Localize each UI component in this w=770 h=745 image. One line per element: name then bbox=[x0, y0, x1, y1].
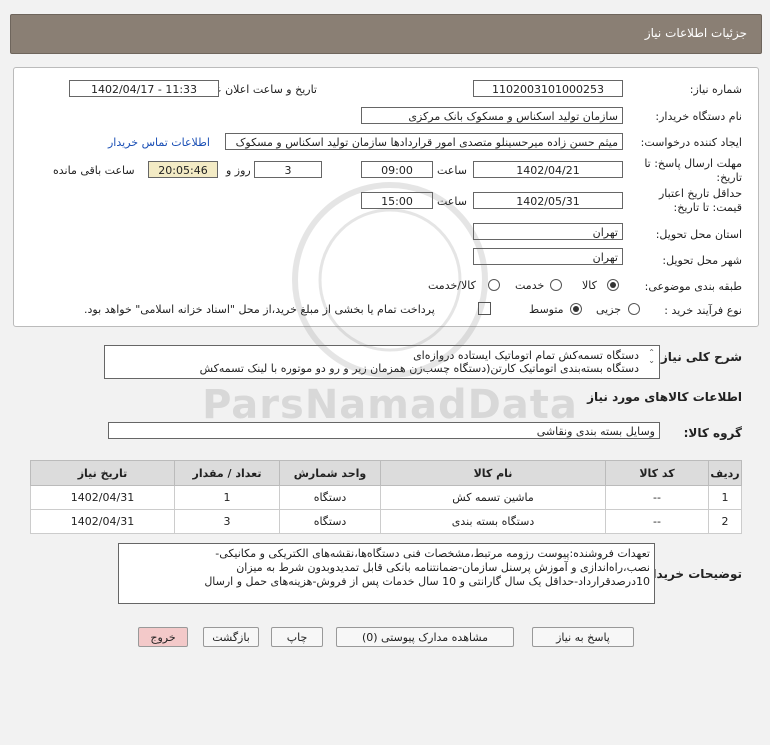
cell-qty: 3 bbox=[174, 509, 280, 534]
goods-section-title: اطلاعات کالاهای مورد نیاز bbox=[587, 390, 742, 404]
goods-table: ردیف کد کالا نام کالا واحد شمارش تعداد /… bbox=[30, 460, 742, 534]
buyer-notes-line: تعهدات فروشنده:پیوست رزومه مرتبط،مشخصات … bbox=[215, 547, 650, 560]
col-date: تاریخ نیاز bbox=[30, 460, 175, 486]
category-label: طبقه بندی موضوعی: bbox=[644, 280, 742, 293]
buyer-notes-line: 10درصدقرارداد-حداقل یک سال گارانتی و 10 … bbox=[204, 575, 650, 588]
exit-button[interactable]: خروج bbox=[138, 627, 188, 647]
validity-date-field: 1402/05/31 bbox=[473, 192, 623, 209]
description-label: شرح کلی نیاز: bbox=[656, 350, 742, 364]
goods-table-header: ردیف کد کالا نام کالا واحد شمارش تعداد /… bbox=[30, 460, 742, 486]
col-unit: واحد شمارش bbox=[279, 460, 381, 486]
deadline-time-field: 09:00 bbox=[361, 161, 433, 178]
category-service-radio[interactable] bbox=[550, 279, 562, 291]
province-field: تهران bbox=[473, 223, 623, 240]
col-code: کد کالا bbox=[605, 460, 709, 486]
print-button[interactable]: چاپ bbox=[271, 627, 323, 647]
buyer-notes-box: تعهدات فروشنده:پیوست رزومه مرتبط،مشخصات … bbox=[118, 543, 655, 604]
category-goods-radio[interactable] bbox=[607, 279, 619, 291]
deadline-hour-label: ساعت bbox=[437, 164, 467, 177]
goods-group-field: وسایل بسته بندی ونقاشی bbox=[108, 422, 660, 439]
goods-group-label: گروه کالا: bbox=[683, 426, 742, 440]
page-header: جزئیات اطلاعات نیاز bbox=[10, 14, 762, 54]
col-row: ردیف bbox=[708, 460, 742, 486]
buyer-org-label: نام دستگاه خریدار: bbox=[655, 110, 742, 123]
days-label: روز و bbox=[226, 164, 251, 177]
cell-row: 1 bbox=[708, 485, 742, 510]
cell-code: -- bbox=[605, 509, 709, 534]
description-line: دستگاه بسته‌بندی اتوماتیک کارتن(دستگاه چ… bbox=[199, 362, 639, 375]
deadline-label-2: تاریخ: bbox=[716, 171, 742, 184]
purchase-medium-label: متوسط bbox=[529, 303, 564, 316]
purchase-minor-label: جزیی bbox=[596, 303, 622, 316]
cell-row: 2 bbox=[708, 509, 742, 534]
purchase-medium-radio[interactable] bbox=[570, 303, 582, 315]
cell-code: -- bbox=[605, 485, 709, 510]
description-line: دستگاه تسمه‌کش تمام اتوماتیک ایستاده درو… bbox=[413, 349, 639, 362]
table-row: 1 -- ماشین تسمه کش دستگاه 1 1402/04/31 bbox=[30, 485, 742, 510]
category-both-radio[interactable] bbox=[488, 279, 500, 291]
col-qty: تعداد / مقدار bbox=[174, 460, 280, 486]
province-label: استان محل تحویل: bbox=[655, 228, 742, 241]
buyer-org-field: سازمان تولید اسکناس و مسکوک بانک مرکزی bbox=[361, 107, 623, 124]
creator-label: ایجاد کننده درخواست: bbox=[640, 136, 742, 149]
page-title: جزئیات اطلاعات نیاز bbox=[644, 26, 747, 40]
view-attachments-button[interactable]: مشاهده مدارک پیوستی (0) bbox=[336, 627, 514, 647]
validity-time-field: 15:00 bbox=[361, 192, 433, 209]
validity-label-2: قیمت: تا تاریخ: bbox=[673, 201, 742, 214]
cell-qty: 1 bbox=[174, 485, 280, 510]
cell-date: 1402/04/31 bbox=[30, 485, 175, 510]
scroll-arrows-icon[interactable]: ⌃ ⌄ bbox=[648, 349, 655, 365]
validity-label: حداقل تاریخ اعتبار bbox=[658, 187, 742, 200]
remaining-label: ساعت باقی مانده bbox=[53, 164, 135, 177]
cell-name: ماشین تسمه کش bbox=[380, 485, 606, 510]
cell-date: 1402/04/31 bbox=[30, 509, 175, 534]
cell-name: دستگاه بسته بندی bbox=[380, 509, 606, 534]
back-button[interactable]: بازگشت bbox=[203, 627, 259, 647]
purchase-minor-radio[interactable] bbox=[628, 303, 640, 315]
treasury-payment-note: پرداخت تمام یا بخشی از مبلغ خرید،از محل … bbox=[84, 303, 435, 316]
announce-field: 1402/04/17 - 11:33 bbox=[69, 80, 219, 97]
table-row: 2 -- دستگاه بسته بندی دستگاه 3 1402/04/3… bbox=[30, 509, 742, 534]
city-field: تهران bbox=[473, 248, 623, 265]
cell-unit: دستگاه bbox=[279, 509, 381, 534]
treasury-payment-checkbox[interactable] bbox=[478, 302, 491, 315]
contact-info-link[interactable]: اطلاعات تماس خریدار bbox=[108, 136, 210, 149]
col-name: نام کالا bbox=[380, 460, 606, 486]
category-service-label: خدمت bbox=[515, 279, 545, 292]
remaining-time-field: 20:05:46 bbox=[148, 161, 218, 178]
deadline-date-field: 1402/04/21 bbox=[473, 161, 623, 178]
description-box: دستگاه تسمه‌کش تمام اتوماتیک ایستاده درو… bbox=[104, 345, 660, 379]
creator-field: میثم حسن زاده میرحسینلو متصدی امور قرارد… bbox=[225, 133, 623, 150]
reply-button[interactable]: پاسخ به نیاز bbox=[532, 627, 634, 647]
buyer-notes-label: توضیحات خریدار: bbox=[640, 567, 742, 581]
buyer-notes-line: نصب،راه‌اندازی و آموزش پرسنل سازمان-ضمان… bbox=[236, 561, 650, 574]
category-goods-label: کالا bbox=[582, 279, 597, 292]
need-number-label: شماره نیاز: bbox=[689, 83, 742, 96]
purchase-type-label: نوع فرآیند خرید : bbox=[664, 304, 742, 317]
days-field: 3 bbox=[254, 161, 322, 178]
need-number-field: 1102003101000253 bbox=[473, 80, 623, 97]
category-both-label: کالا/خدمت bbox=[428, 279, 476, 292]
deadline-label: مهلت ارسال پاسخ: تا bbox=[644, 157, 742, 170]
city-label: شهر محل تحویل: bbox=[662, 254, 742, 267]
cell-unit: دستگاه bbox=[279, 485, 381, 510]
validity-hour-label: ساعت bbox=[437, 195, 467, 208]
